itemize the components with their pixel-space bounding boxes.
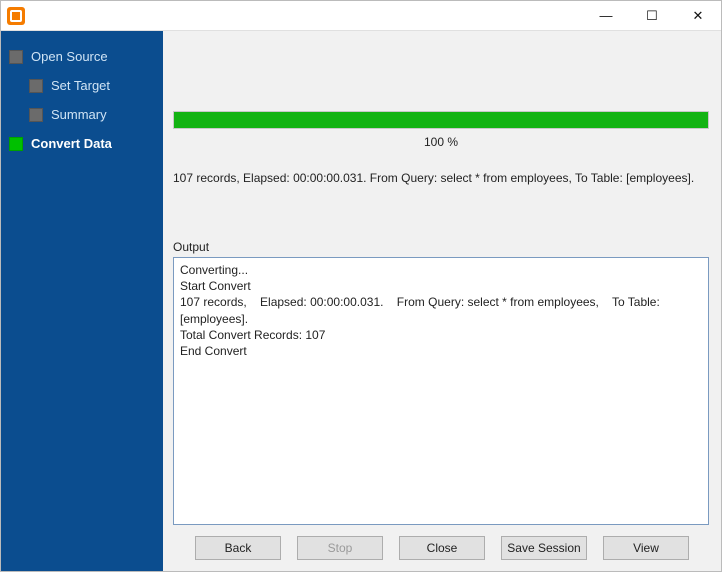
maximize-button[interactable]: ☐ [629, 1, 675, 30]
status-line: 107 records, Elapsed: 00:00:00.031. From… [173, 171, 709, 185]
button-row: Back Stop Close Save Session View [163, 525, 721, 571]
minimize-button[interactable]: — [583, 1, 629, 30]
window-body: Open Source Set Target Summary Convert D… [1, 31, 721, 571]
progress-fill [174, 112, 708, 128]
window-controls: — ☐ ✕ [583, 1, 721, 30]
step-box-icon [9, 137, 23, 151]
view-button[interactable]: View [603, 536, 689, 560]
step-box-icon [9, 50, 23, 64]
app-icon [7, 7, 25, 25]
title-bar: — ☐ ✕ [1, 1, 721, 31]
close-window-button[interactable]: ✕ [675, 1, 721, 30]
app-window: — ☐ ✕ Open Source Set Target Summary Con… [0, 0, 722, 572]
save-session-button[interactable]: Save Session [501, 536, 587, 560]
main-panel: 100 % 107 records, Elapsed: 00:00:00.031… [163, 31, 721, 571]
sidebar-item-label: Open Source [31, 49, 108, 64]
sidebar-item-convert-data[interactable]: Convert Data [9, 132, 155, 155]
sidebar-item-summary[interactable]: Summary [29, 103, 155, 126]
step-box-icon [29, 79, 43, 93]
sidebar-item-label: Set Target [51, 78, 110, 93]
back-button[interactable]: Back [195, 536, 281, 560]
output-label: Output [173, 240, 709, 254]
sidebar-item-label: Summary [51, 107, 107, 122]
stop-button: Stop [297, 536, 383, 560]
progress-bar [173, 111, 709, 129]
output-textarea[interactable] [173, 257, 709, 525]
progress-percent-label: 100 % [173, 135, 709, 149]
sidebar-item-open-source[interactable]: Open Source [9, 45, 155, 68]
step-box-icon [29, 108, 43, 122]
content-area: 100 % 107 records, Elapsed: 00:00:00.031… [163, 31, 721, 525]
progress-section: 100 % [173, 111, 709, 149]
sidebar-item-label: Convert Data [31, 136, 112, 151]
wizard-sidebar: Open Source Set Target Summary Convert D… [1, 31, 163, 571]
sidebar-item-set-target[interactable]: Set Target [29, 74, 155, 97]
close-button[interactable]: Close [399, 536, 485, 560]
